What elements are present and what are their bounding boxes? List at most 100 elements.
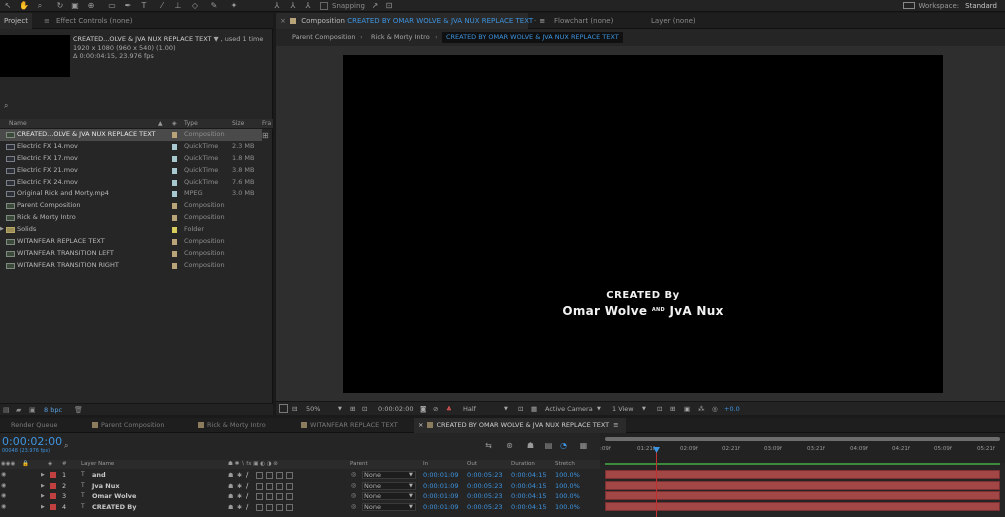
transparency-grid-icon[interactable]: ▦ bbox=[531, 404, 537, 414]
parent-dropdown-icon[interactable]: ▼ bbox=[409, 481, 413, 492]
zoom-dropdown-icon[interactable]: ▼ bbox=[338, 404, 342, 414]
bit-depth-button[interactable]: 8 bpc bbox=[44, 405, 62, 415]
layer-label-swatch[interactable] bbox=[50, 493, 56, 499]
layer-duration-bar[interactable] bbox=[605, 470, 1000, 479]
motion-blur-switch[interactable] bbox=[276, 493, 283, 500]
motion-blur-switch[interactable] bbox=[276, 503, 283, 511]
timeline-timecode[interactable]: 0:00:02:00 bbox=[2, 435, 62, 448]
new-composition-icon[interactable]: ▣ bbox=[29, 405, 36, 415]
type-tool-icon[interactable]: T bbox=[139, 1, 149, 11]
layer-name[interactable]: Omar Wolve bbox=[92, 491, 136, 502]
tab-parent-composition[interactable]: Parent Composition bbox=[88, 418, 164, 433]
zoom-tool-icon[interactable]: ⌕ bbox=[35, 1, 45, 11]
roto-brush-tool-icon[interactable]: ✎ bbox=[209, 1, 219, 11]
label-swatch[interactable] bbox=[172, 262, 177, 269]
search-icon[interactable]: ⌕ bbox=[4, 101, 8, 111]
project-search[interactable]: ⌕ bbox=[0, 99, 273, 113]
project-item[interactable]: Electric FX 24.mov QuickTime 7.6 MB bbox=[0, 177, 262, 189]
project-item[interactable]: Rick & Morty Intro Composition bbox=[0, 212, 262, 224]
collapse-switch-icon[interactable]: ✱ bbox=[237, 493, 244, 500]
visibility-eye-icon[interactable]: ◉ bbox=[1, 503, 8, 510]
motion-blur-switch[interactable] bbox=[276, 482, 283, 490]
channel-icon[interactable]: ♣ bbox=[446, 404, 452, 414]
breadcrumb-parent-composition[interactable]: Parent Composition bbox=[288, 32, 359, 43]
effect-switch[interactable] bbox=[256, 472, 263, 479]
zoom-select[interactable]: 50% bbox=[306, 404, 320, 414]
hand-tool-icon[interactable]: ✋ bbox=[19, 1, 29, 11]
layer-out-point[interactable]: 0:00:05:23 bbox=[467, 481, 503, 492]
pen-tool-icon[interactable]: ✒ bbox=[123, 1, 133, 11]
tab-created-by-comp[interactable]: × CREATED BY OMAR WOLVE & JVA NUX REPLACE… bbox=[414, 418, 626, 433]
flowchart-toggle-icon[interactable]: ⁂ bbox=[698, 404, 705, 414]
layer-duration[interactable]: 0:00:04:15 bbox=[511, 481, 547, 492]
expand-layer-arrow-icon[interactable]: ▶ bbox=[41, 470, 45, 481]
visibility-eye-icon[interactable]: ◉ bbox=[1, 472, 8, 478]
parent-pickwhip-icon[interactable]: ◎ bbox=[351, 491, 356, 502]
layer-name[interactable]: and bbox=[92, 470, 106, 481]
layer-label-swatch[interactable] bbox=[50, 472, 56, 478]
layer-name[interactable]: Jva Nux bbox=[92, 481, 120, 492]
tab-flowchart[interactable]: Flowchart (none) bbox=[554, 13, 613, 29]
brush-tool-icon[interactable]: ⁄ bbox=[157, 1, 167, 11]
local-axis-icon[interactable]: ⅄ bbox=[272, 1, 282, 11]
mask-visibility-icon[interactable]: ⊡ bbox=[362, 404, 367, 414]
column-size[interactable]: Size bbox=[232, 119, 244, 129]
effect-switch[interactable] bbox=[256, 482, 263, 490]
shy-switch-icon[interactable]: ☗ bbox=[228, 504, 235, 511]
expand-layer-arrow-icon[interactable]: ▶ bbox=[41, 502, 45, 513]
column-stretch[interactable]: Stretch bbox=[555, 460, 575, 469]
parent-dropdown-icon[interactable]: ▼ bbox=[409, 502, 413, 513]
layer-duration-bar[interactable] bbox=[605, 480, 1000, 490]
new-folder-icon[interactable]: ▰ bbox=[16, 405, 21, 415]
work-area-bar[interactable] bbox=[605, 437, 1000, 441]
always-preview-icon[interactable] bbox=[279, 404, 288, 413]
clone-stamp-tool-icon[interactable]: ⊥ bbox=[173, 1, 183, 11]
quality-switch-icon[interactable]: ∕ bbox=[246, 493, 253, 500]
layer-duration-bar[interactable] bbox=[605, 491, 1000, 500]
label-swatch[interactable] bbox=[172, 132, 177, 138]
layer-out-point[interactable]: 0:00:05:23 bbox=[467, 502, 503, 513]
layer-duration-bar[interactable] bbox=[605, 501, 1000, 511]
column-in[interactable]: In bbox=[423, 460, 428, 469]
label-column-icon[interactable]: ◈ bbox=[172, 119, 177, 129]
project-item[interactable]: WITANFEAR TRANSITION RIGHT Composition bbox=[0, 260, 262, 272]
frame-blending-icon[interactable]: ▤ bbox=[543, 441, 554, 450]
camera-dropdown-icon[interactable]: ▼ bbox=[597, 404, 601, 414]
layer-stretch[interactable]: 100.0% bbox=[555, 470, 580, 481]
column-out[interactable]: Out bbox=[467, 460, 477, 469]
layer-in-point[interactable]: 0:00:01:09 bbox=[423, 470, 459, 481]
close-tab-icon[interactable]: × bbox=[418, 421, 423, 429]
label-swatch[interactable] bbox=[172, 227, 177, 234]
expand-layer-arrow-icon[interactable]: ▶ bbox=[41, 481, 45, 492]
adjustment-switch[interactable] bbox=[286, 482, 293, 490]
camera-tool-icon[interactable]: ▣ bbox=[70, 1, 80, 11]
layer-stretch[interactable]: 100.0% bbox=[555, 491, 580, 502]
rotate-tool-icon[interactable]: ↻ bbox=[55, 1, 65, 11]
fast-preview-icon[interactable]: ⊞ bbox=[670, 404, 675, 414]
label-swatch[interactable] bbox=[172, 155, 177, 162]
layer-stretch[interactable]: 100.0% bbox=[555, 481, 580, 492]
timeline-toggle-icon[interactable]: ▣ bbox=[684, 404, 690, 414]
tab-menu-icon[interactable]: ≡ bbox=[613, 421, 618, 429]
tab-render-queue[interactable]: Render Queue bbox=[11, 418, 58, 433]
sort-arrow-icon[interactable]: ▲ bbox=[158, 119, 163, 129]
effect-switch[interactable] bbox=[256, 503, 263, 511]
collapse-switch-icon[interactable]: ✱ bbox=[237, 472, 244, 479]
project-item[interactable]: Electric FX 14.mov QuickTime 2.3 MB bbox=[0, 141, 262, 153]
frame-blend-switch[interactable] bbox=[266, 493, 273, 500]
camera-view-select[interactable]: Active Camera bbox=[545, 404, 593, 414]
layer-row[interactable]: ◉ ▶ 1 T and ☗ ✱ ∕ ◎ None ▼ 0:00:01:09 0:… bbox=[0, 470, 600, 481]
mask-rectangle-tool-icon[interactable]: ▭ bbox=[107, 1, 117, 11]
project-item[interactable]: WITANFEAR REPLACE TEXT Composition bbox=[0, 236, 262, 248]
tab-layer[interactable]: Layer (none) bbox=[651, 13, 696, 29]
adjustment-switch[interactable] bbox=[286, 493, 293, 500]
label-swatch[interactable] bbox=[172, 203, 177, 210]
trash-icon[interactable]: 🗑 bbox=[74, 405, 83, 415]
resolution-dropdown-icon[interactable]: ▼ bbox=[504, 404, 508, 414]
folder-expand-arrow-icon[interactable]: ▶ bbox=[0, 224, 4, 236]
project-item[interactable]: Electric FX 17.mov QuickTime 1.8 MB bbox=[0, 153, 262, 165]
project-item[interactable]: Parent Composition Composition bbox=[0, 200, 262, 212]
column-duration[interactable]: Duration bbox=[511, 460, 535, 469]
puppet-pin-tool-icon[interactable]: ✦ bbox=[229, 1, 239, 11]
shy-switch-icon[interactable]: ☗ bbox=[228, 493, 235, 500]
